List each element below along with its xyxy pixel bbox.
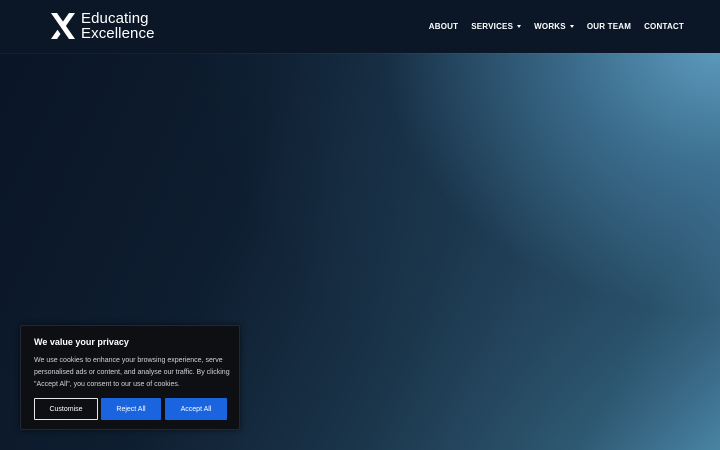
nav-item-label: OUR TEAM	[586, 22, 632, 31]
brand-line-1: Educating	[81, 10, 149, 27]
x-mark-icon	[51, 13, 75, 39]
cookie-description: We use cookies to enhance your browsing …	[34, 357, 230, 388]
chevron-down-icon	[569, 25, 574, 28]
cookie-consent-banner: We value your privacy We use cookies to …	[20, 325, 240, 430]
brand-name: Educating Excellence	[81, 11, 155, 41]
nav-item-services[interactable]: SERVICES	[471, 22, 522, 31]
customise-button[interactable]: Customise	[34, 398, 98, 420]
site-header: Educating Excellence ABOUT SERVICES WORK…	[0, 0, 720, 53]
main-nav: ABOUT SERVICES WORKS OUR TEAM CONTACT	[416, 0, 684, 53]
nav-item-label: ABOUT	[428, 22, 459, 31]
brand-line-2: Excellence	[81, 25, 155, 42]
nav-item-works[interactable]: WORKS	[534, 22, 574, 31]
brand-logo[interactable]: Educating Excellence	[50, 11, 155, 41]
chevron-down-icon	[517, 25, 522, 28]
cookie-title: We value your privacy	[34, 337, 129, 347]
nav-item-contact[interactable]: CONTACT	[644, 22, 684, 31]
nav-item-our-team[interactable]: OUR TEAM	[587, 22, 631, 31]
reject-all-button[interactable]: Reject All	[101, 398, 161, 420]
accept-all-button[interactable]: Accept All	[165, 398, 227, 420]
nav-item-label: CONTACT	[644, 22, 684, 31]
nav-item-about[interactable]: ABOUT	[429, 22, 458, 31]
nav-item-label: SERVICES	[471, 22, 514, 31]
nav-item-label: WORKS	[534, 22, 566, 31]
